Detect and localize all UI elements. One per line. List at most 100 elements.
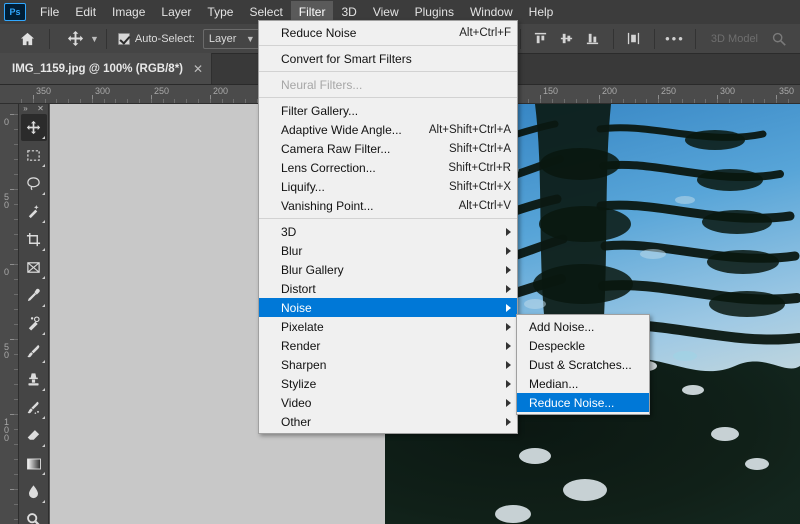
- blur-tool[interactable]: [21, 478, 47, 505]
- menu-item-label: Video: [281, 395, 312, 410]
- filter-menu-item-stylize[interactable]: Stylize: [259, 374, 517, 393]
- submenu-arrow-icon: [506, 284, 511, 293]
- filter-menu-item-3d[interactable]: 3D: [259, 222, 517, 241]
- close-icon[interactable]: ✕: [37, 104, 44, 113]
- filter-menu-item-render[interactable]: Render: [259, 336, 517, 355]
- ruler-tick-minor: [68, 99, 69, 103]
- eraser-tool[interactable]: [21, 422, 47, 449]
- filter-menu-item-distort[interactable]: Distort: [259, 279, 517, 298]
- filter-menu-item-camera-raw-filter[interactable]: Camera Raw Filter... Shift+Ctrl+A: [259, 139, 517, 158]
- ruler-tick-minor: [92, 99, 93, 103]
- gradient-tool[interactable]: [21, 450, 47, 477]
- close-icon[interactable]: ✕: [193, 63, 203, 75]
- filter-menu-item-neural-filters: Neural Filters...: [259, 75, 517, 94]
- tool-flyout-corner-icon: [41, 360, 45, 363]
- menu-edit[interactable]: Edit: [67, 1, 104, 23]
- ruler-tick-minor: [646, 99, 647, 103]
- menu-separator: [259, 97, 517, 98]
- dodge-tool[interactable]: [21, 506, 47, 524]
- noise-submenu[interactable]: Add Noise... Despeckle Dust & Scratches...…: [516, 314, 650, 415]
- filter-menu-item-filter-gallery[interactable]: Filter Gallery...: [259, 101, 517, 120]
- noise-menu-item-median[interactable]: Median...: [517, 374, 649, 393]
- filter-menu-item-blur-gallery[interactable]: Blur Gallery: [259, 260, 517, 279]
- align-vertical-centers-icon[interactable]: [554, 27, 580, 51]
- menu-item-label: Dust & Scratches...: [529, 357, 632, 372]
- noise-menu-item-add-noise[interactable]: Add Noise...: [517, 317, 649, 336]
- active-tool-preset[interactable]: ▼: [63, 28, 99, 50]
- submenu-arrow-icon: [506, 417, 511, 426]
- tool-flyout-corner-icon: [41, 472, 45, 475]
- submenu-arrow-icon: [506, 265, 511, 274]
- filter-menu-item-other[interactable]: Other: [259, 412, 517, 431]
- ruler-label: 350: [36, 86, 52, 96]
- menu-item-shortcut: Shift+Ctrl+R: [448, 161, 511, 174]
- filter-menu-item-noise[interactable]: Noise: [259, 298, 517, 317]
- menu-layer[interactable]: Layer: [153, 1, 199, 23]
- menu-file[interactable]: File: [32, 1, 67, 23]
- lasso-tool[interactable]: [21, 170, 47, 197]
- object-selection-tool[interactable]: [21, 198, 47, 225]
- filter-menu-item-convert-for-smart-filters[interactable]: Convert for Smart Filters: [259, 49, 517, 68]
- brush-tool[interactable]: [21, 338, 47, 365]
- spot-healing-brush-tool[interactable]: [21, 310, 47, 337]
- filter-menu-item-liquify[interactable]: Liquify... Shift+Ctrl+X: [259, 177, 517, 196]
- home-icon[interactable]: [12, 26, 42, 52]
- filter-menu-item-reduce-noise[interactable]: Reduce Noise Alt+Ctrl+F: [259, 23, 517, 42]
- menu-item-label: Reduce Noise: [281, 25, 357, 40]
- vertical-ruler[interactable]: 0 50 0 50 100: [0, 104, 19, 524]
- chevron-down-icon[interactable]: ▼: [90, 34, 99, 44]
- filter-menu-dropdown[interactable]: Reduce Noise Alt+Ctrl+F Convert for Smart …: [258, 20, 518, 434]
- ruler-tick-minor: [741, 99, 742, 103]
- filter-menu-item-lens-correction[interactable]: Lens Correction... Shift+Ctrl+R: [259, 158, 517, 177]
- filter-menu-item-sharpen[interactable]: Sharpen: [259, 355, 517, 374]
- tool-flyout-corner-icon: [41, 276, 45, 279]
- auto-select-target-dropdown[interactable]: Layer ▼: [202, 28, 261, 49]
- rectangular-marquee-tool[interactable]: [21, 142, 47, 169]
- noise-menu-item-dust-scratches[interactable]: Dust & Scratches...: [517, 355, 649, 374]
- document-tab[interactable]: IMG_1159.jpg @ 100% (RGB/8*) ✕: [0, 53, 213, 84]
- submenu-arrow-icon: [506, 322, 511, 331]
- ruler-tick-minor: [104, 99, 105, 103]
- eyedropper-tool[interactable]: [21, 282, 47, 309]
- distribute-icon[interactable]: [621, 27, 647, 51]
- clone-stamp-tool[interactable]: [21, 366, 47, 393]
- magic-wand-icon: [26, 204, 41, 219]
- frame-tool[interactable]: [21, 254, 47, 281]
- history-brush-tool[interactable]: [21, 394, 47, 421]
- tool-flyout-corner-icon: [41, 164, 45, 167]
- checkbox-box[interactable]: [117, 32, 130, 45]
- move-tool[interactable]: [20, 114, 47, 141]
- ruler-tick-minor: [540, 99, 541, 103]
- crop-tool[interactable]: [21, 226, 47, 253]
- ruler-tick-minor: [764, 99, 765, 103]
- more-options-button[interactable]: •••: [662, 27, 688, 51]
- menu-help[interactable]: Help: [521, 1, 562, 23]
- filter-menu-item-blur[interactable]: Blur: [259, 241, 517, 260]
- filter-menu-item-adaptive-wide-angle[interactable]: Adaptive Wide Angle... Alt+Shift+Ctrl+A: [259, 120, 517, 139]
- align-top-edges-icon[interactable]: [528, 27, 554, 51]
- ruler-label: 0: [3, 117, 9, 127]
- filter-menu-item-video[interactable]: Video: [259, 393, 517, 412]
- frame-icon: [26, 260, 41, 275]
- align-bottom-edges-icon[interactable]: [580, 27, 606, 51]
- filter-menu-item-pixelate[interactable]: Pixelate: [259, 317, 517, 336]
- auto-select-label: Auto-Select:: [134, 32, 195, 45]
- menu-image[interactable]: Image: [104, 1, 153, 23]
- divider: [519, 28, 521, 49]
- tool-flyout-corner-icon: [41, 248, 45, 251]
- double-chevron-icon[interactable]: »: [23, 104, 27, 113]
- search-icon[interactable]: [766, 27, 792, 51]
- noise-menu-item-despeckle[interactable]: Despeckle: [517, 336, 649, 355]
- noise-menu-item-reduce-noise[interactable]: Reduce Noise...: [517, 393, 649, 412]
- auto-select-checkbox[interactable]: Auto-Select:: [117, 32, 195, 45]
- filter-menu-item-vanishing-point[interactable]: Vanishing Point... Alt+Ctrl+V: [259, 196, 517, 215]
- ruler-label: 250: [661, 86, 677, 96]
- tool-flyout-corner-icon: [41, 444, 45, 447]
- menu-type[interactable]: Type: [199, 1, 241, 23]
- menu-item-label: Reduce Noise...: [529, 395, 615, 410]
- ruler-tick-minor: [14, 189, 18, 190]
- menu-item-shortcut: Shift+Ctrl+X: [449, 180, 511, 193]
- ruler-tick-minor: [14, 114, 18, 115]
- submenu-arrow-icon: [506, 227, 511, 236]
- ruler-tick-minor: [705, 99, 706, 103]
